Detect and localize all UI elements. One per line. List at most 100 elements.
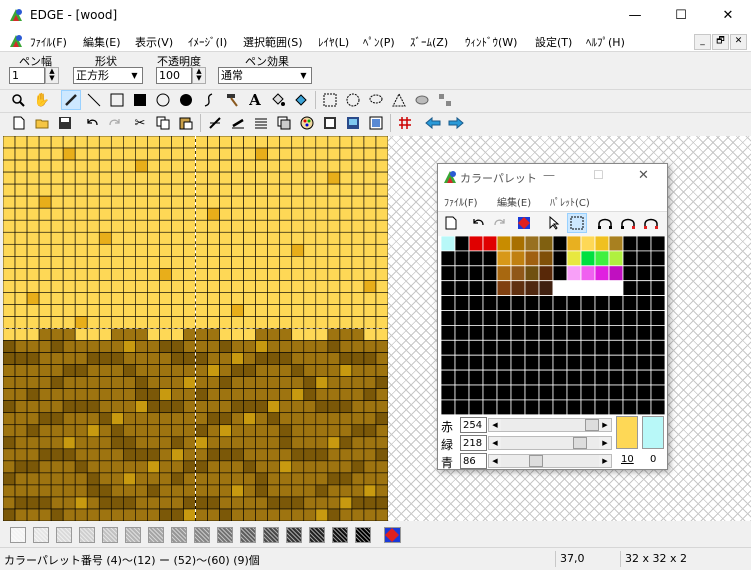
palette-maximize-button[interactable]: ☐ xyxy=(593,168,604,182)
pattern-swatch[interactable] xyxy=(332,527,348,543)
pattern-swatch[interactable] xyxy=(56,527,72,543)
green-slider[interactable]: ◀ ▶ xyxy=(488,436,612,450)
menu-help[interactable]: ﾍﾙﾌﾟ(H) xyxy=(586,34,625,50)
rect-fill-icon[interactable] xyxy=(130,90,150,110)
slider-thumb[interactable] xyxy=(529,455,543,467)
pattern-swatch[interactable] xyxy=(240,527,256,543)
pattern-swatch[interactable] xyxy=(171,527,187,543)
blue-slider[interactable]: ◀ ▶ xyxy=(488,454,612,468)
palette-color-swap-icon[interactable] xyxy=(514,213,534,233)
ellipse-outline-icon[interactable] xyxy=(153,90,173,110)
slider-left-arrow[interactable]: ◀ xyxy=(489,437,501,449)
pattern-swatch[interactable] xyxy=(263,527,279,543)
pattern-swatch[interactable] xyxy=(79,527,95,543)
slider-left-arrow[interactable]: ◀ xyxy=(489,419,501,431)
copy-icon[interactable] xyxy=(153,113,173,133)
maximize-button[interactable]: ☐ xyxy=(658,0,704,31)
pen-width-field[interactable]: 1 xyxy=(9,67,45,84)
undo-icon[interactable] xyxy=(82,113,102,133)
slider-left-arrow[interactable]: ◀ xyxy=(489,455,501,467)
pencil-icon[interactable] xyxy=(61,90,81,110)
hand-icon[interactable]: ✋ xyxy=(32,90,52,110)
text-icon[interactable]: A xyxy=(245,90,265,110)
mdi-close-button[interactable]: ✕ xyxy=(730,34,747,50)
fill-icon[interactable] xyxy=(291,90,311,110)
palette-pointer-icon[interactable] xyxy=(544,213,564,233)
pattern-swatch[interactable] xyxy=(355,527,371,543)
slider-right-arrow[interactable]: ▶ xyxy=(599,455,611,467)
menu-image[interactable]: ｲﾒｰｼﾞ(I) xyxy=(188,34,227,50)
pattern-swatch[interactable] xyxy=(125,527,141,543)
back-arrow-icon[interactable] xyxy=(423,113,443,133)
tile-grid-icon[interactable] xyxy=(395,113,415,133)
palette-gradient2-icon[interactable] xyxy=(618,213,638,233)
minimize-button[interactable]: — xyxy=(612,0,658,31)
palette-menu-file[interactable]: ﾌｧｲﾙ(F) xyxy=(444,194,478,209)
opacity-field[interactable]: 100 xyxy=(156,67,192,84)
film-icon[interactable] xyxy=(320,113,340,133)
pattern-color-icon[interactable] xyxy=(384,527,401,543)
paste-icon[interactable] xyxy=(176,113,196,133)
grid-icon[interactable] xyxy=(251,113,271,133)
red-value-field[interactable]: 254 xyxy=(460,417,487,433)
menu-selection[interactable]: 選択範囲(S) xyxy=(243,34,303,50)
menu-edit[interactable]: 編集(E) xyxy=(83,34,121,50)
image-icon[interactable] xyxy=(343,113,363,133)
menu-layer[interactable]: ﾚｲﾔ(L) xyxy=(318,34,349,50)
line-icon[interactable] xyxy=(84,90,104,110)
bucket-icon[interactable] xyxy=(268,90,288,110)
select-polygon-icon[interactable] xyxy=(389,90,409,110)
palette-gradient-icon[interactable] xyxy=(595,213,615,233)
palette-gradient3-icon[interactable] xyxy=(641,213,661,233)
mdi-restore-button[interactable]: 🗗 xyxy=(712,34,729,50)
pen-effect-select[interactable]: 通常 ▼ xyxy=(218,67,312,84)
frame-icon[interactable] xyxy=(366,113,386,133)
shape-select[interactable]: 正方形 ▼ xyxy=(73,67,143,84)
foreground-color-swatch[interactable] xyxy=(616,416,638,449)
menu-view[interactable]: 表示(V) xyxy=(135,34,173,50)
pattern-swatch[interactable] xyxy=(309,527,325,543)
new-file-icon[interactable] xyxy=(9,113,29,133)
palette-icon[interactable] xyxy=(297,113,317,133)
menu-file[interactable]: ﾌｧｲﾙ(F) xyxy=(30,34,67,50)
red-slider[interactable]: ◀ ▶ xyxy=(488,418,612,432)
pixel-canvas[interactable] xyxy=(3,136,388,521)
palette-redo-icon[interactable] xyxy=(490,213,510,233)
pattern-swatch[interactable] xyxy=(10,527,26,543)
menu-window[interactable]: ｳｨﾝﾄﾞｳ(W) xyxy=(465,34,517,50)
palette-color-grid[interactable] xyxy=(440,236,666,415)
menu-pen[interactable]: ﾍﾟﾝ(P) xyxy=(363,34,395,50)
menu-settings[interactable]: 設定(T) xyxy=(535,34,572,50)
pen-width-spinner[interactable]: ▲ ▼ xyxy=(45,67,59,84)
pattern-swatch[interactable] xyxy=(33,527,49,543)
pen-icon[interactable] xyxy=(205,113,225,133)
cut-icon[interactable]: ✂ xyxy=(130,113,150,133)
pattern-swatch[interactable] xyxy=(148,527,164,543)
brush-icon[interactable] xyxy=(228,113,248,133)
curve-icon[interactable] xyxy=(199,90,219,110)
pattern-swatch[interactable] xyxy=(102,527,118,543)
mdi-minimize-button[interactable]: _ xyxy=(694,34,711,50)
save-icon[interactable] xyxy=(55,113,75,133)
pattern-swatch[interactable] xyxy=(194,527,210,543)
select-rect-icon[interactable] xyxy=(320,90,340,110)
opacity-spinner[interactable]: ▲ ▼ xyxy=(192,67,206,84)
magic-wand-icon[interactable] xyxy=(412,90,432,110)
redo-icon[interactable] xyxy=(105,113,125,133)
rect-outline-icon[interactable] xyxy=(107,90,127,110)
hammer-icon[interactable] xyxy=(222,90,242,110)
select-ellipse-icon[interactable] xyxy=(343,90,363,110)
close-button[interactable]: ✕ xyxy=(705,0,751,31)
dotted-select-icon[interactable] xyxy=(435,90,455,110)
background-color-swatch[interactable] xyxy=(642,416,664,449)
green-value-field[interactable]: 218 xyxy=(460,435,487,451)
slider-right-arrow[interactable]: ▶ xyxy=(599,419,611,431)
palette-new-icon[interactable] xyxy=(441,213,461,233)
palette-select-icon[interactable] xyxy=(567,213,587,233)
slider-right-arrow[interactable]: ▶ xyxy=(599,437,611,449)
palette-menu-palette[interactable]: ﾊﾟﾚｯﾄ(C) xyxy=(550,194,590,209)
palette-minimize-button[interactable]: — xyxy=(543,168,555,182)
zoom-icon[interactable] xyxy=(8,90,28,110)
blue-value-field[interactable]: 86 xyxy=(460,453,487,469)
ellipse-fill-icon[interactable] xyxy=(176,90,196,110)
